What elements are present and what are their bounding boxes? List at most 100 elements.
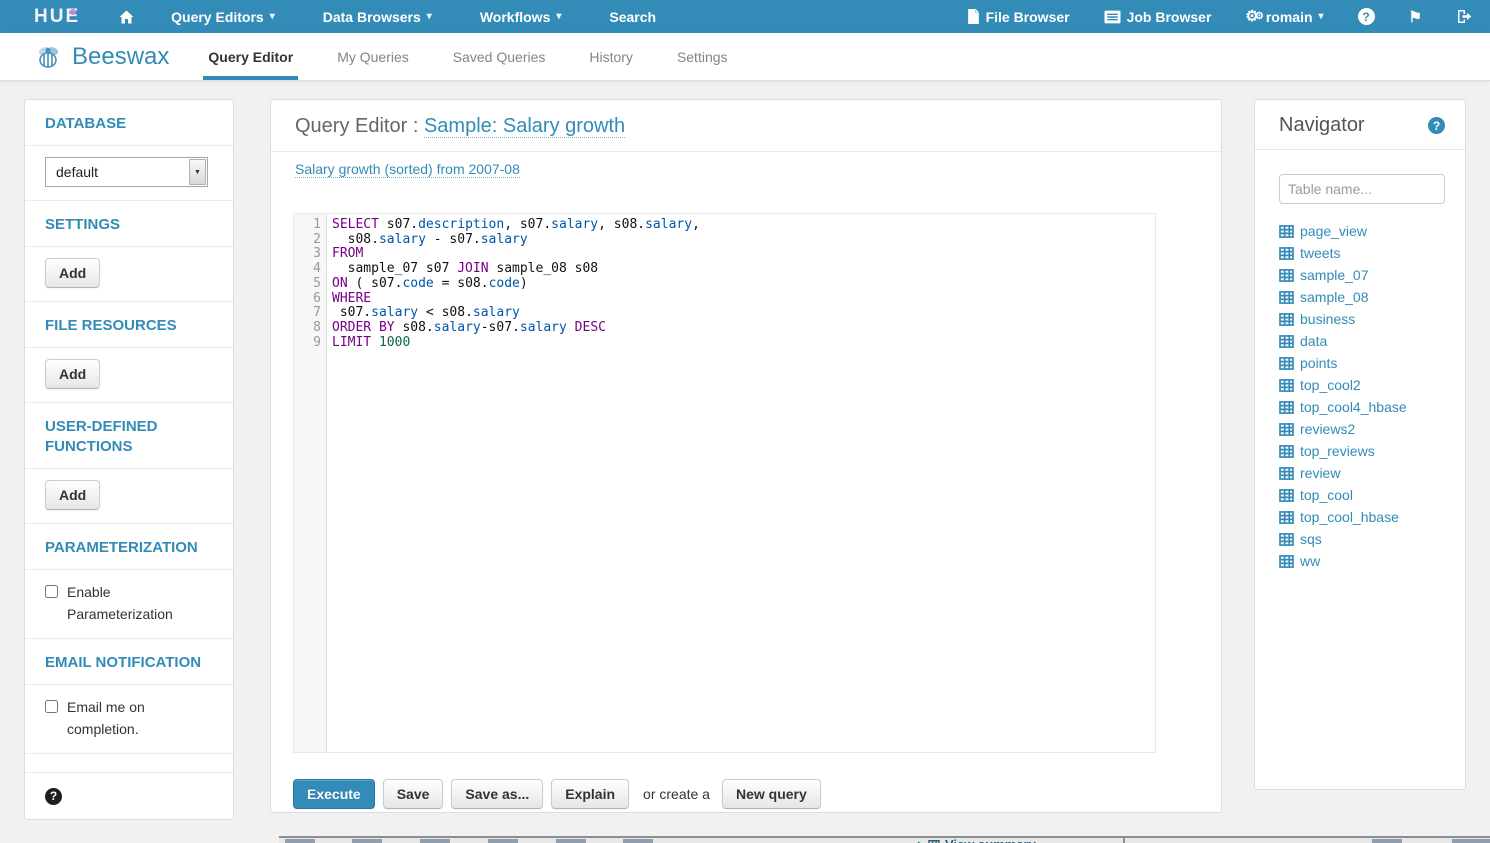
table-name-link[interactable]: top_reviews (1300, 443, 1375, 459)
line-number: 8 (294, 321, 321, 336)
line-number: 2 (294, 233, 321, 248)
enable-parameterization-checkbox[interactable] (45, 585, 58, 598)
peek-separator (1123, 838, 1125, 843)
menu-query-editors[interactable]: Query Editors▾ (171, 9, 275, 25)
navigator-help-icon[interactable]: ? (1428, 117, 1445, 134)
table-name-filter-input[interactable] (1279, 174, 1445, 204)
hue-logo[interactable]: HUE (34, 6, 80, 28)
editor-gutter: 123456789 (294, 214, 327, 752)
line-number: 5 (294, 277, 321, 292)
parameterization-heading: PARAMETERIZATION (25, 524, 233, 570)
table-name-link[interactable]: business (1300, 311, 1355, 327)
logout-button[interactable] (1456, 9, 1472, 24)
app-title[interactable]: Beeswax (72, 43, 169, 71)
table-list-item[interactable]: business (1279, 308, 1465, 330)
view-summary-link[interactable]: ▸ View summary (918, 838, 1036, 843)
flag-icon: ⚑ (1409, 8, 1422, 26)
database-selected-value: default (46, 164, 98, 180)
job-browser-button[interactable]: Job Browser (1104, 9, 1212, 25)
udf-add-button[interactable]: Add (45, 480, 100, 510)
table-name-link[interactable]: top_cool (1300, 487, 1353, 503)
sidebar-help-icon[interactable]: ? (45, 788, 62, 805)
caret-right-icon: ▸ (918, 838, 923, 843)
table-list-item[interactable]: ww (1279, 550, 1465, 572)
table-name-link[interactable]: top_cool2 (1300, 377, 1361, 393)
tab-settings[interactable]: Settings (662, 33, 743, 80)
table-list-item[interactable]: top_cool4_hbase (1279, 396, 1465, 418)
table-list-item[interactable]: top_cool2 (1279, 374, 1465, 396)
table-icon (1279, 555, 1294, 568)
query-editor-header: Query Editor : Sample: Salary growth (271, 100, 1221, 152)
help-button[interactable]: ? (1358, 8, 1375, 25)
sql-code[interactable]: SELECT s07.description, s07.salary, s08.… (327, 214, 1155, 752)
email-on-completion-label[interactable]: Email me on completion. (67, 696, 192, 740)
sql-code-line: ORDER BY s08.salary-s07.salary DESC (332, 321, 1155, 336)
explain-button[interactable]: Explain (551, 779, 629, 809)
new-query-button[interactable]: New query (722, 779, 821, 809)
home-button[interactable] (118, 9, 135, 25)
table-icon (1279, 291, 1294, 304)
table-list-item[interactable]: sample_08 (1279, 286, 1465, 308)
line-number: 7 (294, 306, 321, 321)
peek-block (352, 839, 382, 843)
table-list-item[interactable]: sample_07 (1279, 264, 1465, 286)
table-name-link[interactable]: data (1300, 333, 1327, 349)
table-list-item[interactable]: reviews2 (1279, 418, 1465, 440)
table-name-link[interactable]: page_view (1300, 223, 1367, 239)
save-button[interactable]: Save (383, 779, 444, 809)
tab-history[interactable]: History (574, 33, 648, 80)
tab-query-editor[interactable]: Query Editor (193, 33, 308, 80)
table-list-item[interactable]: data (1279, 330, 1465, 352)
table-name-link[interactable]: review (1300, 465, 1340, 481)
sql-code-line: ON ( s07.code = s08.code) (332, 277, 1155, 292)
or-create-a-text: or create a (643, 786, 710, 802)
select-arrow-icon: ▼ (189, 159, 206, 185)
table-list-item[interactable]: top_cool (1279, 484, 1465, 506)
email-on-completion-checkbox[interactable] (45, 700, 58, 713)
table-icon (1279, 379, 1294, 392)
sql-editor[interactable]: 123456789 SELECT s07.description, s07.sa… (293, 213, 1156, 753)
database-select[interactable]: default ▼ (45, 157, 208, 187)
table-list-item[interactable]: top_cool_hbase (1279, 506, 1465, 528)
query-description-link[interactable]: Salary growth (sorted) from 2007-08 (295, 161, 520, 178)
menu-search[interactable]: Search (609, 9, 656, 25)
menu-data-browsers[interactable]: Data Browsers▾ (323, 9, 432, 25)
peek-block (285, 839, 315, 843)
settings-add-button[interactable]: Add (45, 258, 100, 288)
content-area: DATABASE default ▼ SETTINGS Add FILE RES… (0, 81, 1490, 843)
table-name-link[interactable]: sample_08 (1300, 289, 1369, 305)
table-list-item[interactable]: sqs (1279, 528, 1465, 550)
table-name-link[interactable]: top_cool_hbase (1300, 509, 1399, 525)
table-name-link[interactable]: top_cool4_hbase (1300, 399, 1407, 415)
enable-parameterization-label[interactable]: Enable Parameterization (67, 581, 192, 625)
database-heading: DATABASE (25, 100, 233, 146)
table-name-link[interactable]: reviews2 (1300, 421, 1355, 437)
table-name-link[interactable]: sample_07 (1300, 267, 1369, 283)
save-as-button[interactable]: Save as... (451, 779, 543, 809)
tab-saved-queries[interactable]: Saved Queries (438, 33, 561, 80)
hue-logo-dot (70, 9, 76, 15)
tab-my-queries[interactable]: My Queries (322, 33, 424, 80)
query-actions: Execute Save Save as... Explain or creat… (293, 779, 1221, 809)
table-list-item[interactable]: page_view (1279, 220, 1465, 242)
sql-code-line: SELECT s07.description, s07.salary, s08.… (332, 218, 1155, 233)
settings-heading: SETTINGS (25, 201, 233, 247)
table-name-link[interactable]: sqs (1300, 531, 1322, 547)
table-list-item[interactable]: points (1279, 352, 1465, 374)
table-name-link[interactable]: tweets (1300, 245, 1340, 261)
table-name-link[interactable]: ww (1300, 553, 1320, 569)
table-list-item[interactable]: top_reviews (1279, 440, 1465, 462)
menu-workflows[interactable]: Workflows▾ (480, 9, 562, 25)
sql-code-line: s07.salary < s08.salary (332, 306, 1155, 321)
file-resources-add-button[interactable]: Add (45, 359, 100, 389)
file-browser-button[interactable]: File Browser (967, 9, 1070, 25)
file-resources-heading: FILE RESOURCES (25, 302, 233, 348)
feedback-button[interactable]: ⚑ (1409, 8, 1422, 26)
table-list-item[interactable]: tweets (1279, 242, 1465, 264)
query-name-link[interactable]: Sample: Salary growth (424, 115, 625, 138)
user-menu[interactable]: ⚙⚙ romain▾ (1245, 9, 1323, 25)
table-name-link[interactable]: points (1300, 355, 1337, 371)
table-list-item[interactable]: review (1279, 462, 1465, 484)
query-options-sidebar: DATABASE default ▼ SETTINGS Add FILE RES… (24, 99, 234, 820)
execute-button[interactable]: Execute (293, 779, 375, 809)
